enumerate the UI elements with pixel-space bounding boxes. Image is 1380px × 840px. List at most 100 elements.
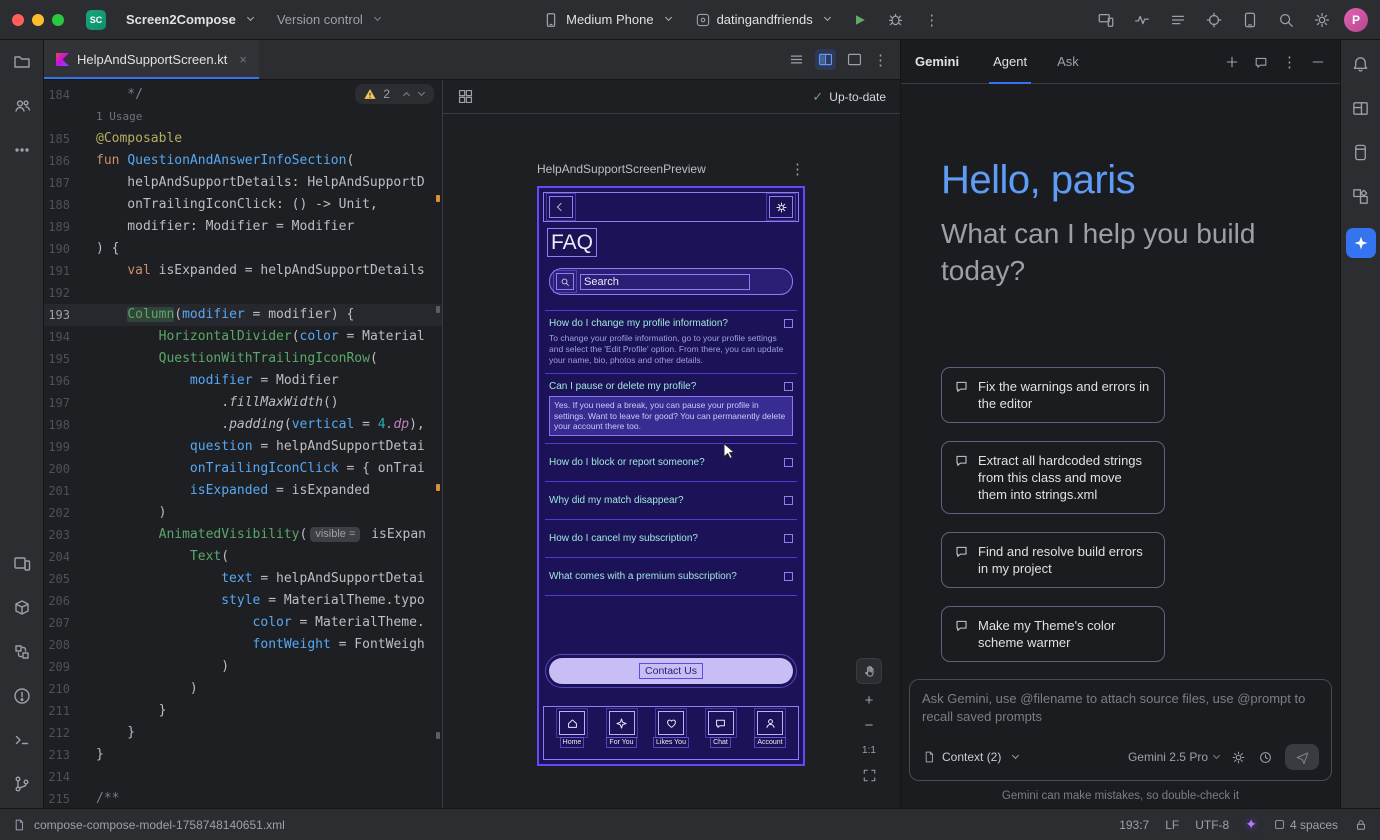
code-line[interactable]: 213} [44,744,442,766]
code-line[interactable]: 1 Usage [44,106,442,128]
code-line[interactable]: 203 AnimatedVisibility(visible = isExpan [44,524,442,546]
tab-ask[interactable]: Ask [1053,40,1083,84]
gemini-prompt-textarea[interactable] [922,690,1319,730]
indent-setting[interactable]: 4 spaces [1273,818,1338,832]
hide-panel-icon[interactable] [1310,54,1326,70]
editor-more-options-icon[interactable]: ⋮ [873,51,888,69]
code-line[interactable]: 204 Text( [44,546,442,568]
code-line[interactable]: 191 val isExpanded = helpAndSupportDetai… [44,260,442,282]
problems-icon[interactable] [10,684,34,708]
code-line[interactable]: 200 onTrailingIconClick = { onTrai [44,458,442,480]
terminal-icon[interactable] [10,728,34,752]
faq-item[interactable]: How do I cancel my subscription? [545,520,797,558]
gemini-tool-button[interactable] [1346,228,1376,258]
preview-canvas[interactable]: HelpAndSupportScreenPreview ⋮ FA [443,114,900,808]
zoom-out-button[interactable]: − [858,716,880,734]
prev-problem-icon[interactable] [396,90,411,99]
resource-manager-icon[interactable] [1349,184,1373,208]
nav-item[interactable]: Chat [698,711,744,755]
search-icon[interactable] [1272,6,1300,34]
code-line[interactable]: 205 text = helpAndSupportDetai [44,568,442,590]
usage-hint[interactable]: 1 Usage [96,110,142,123]
device-mirroring-icon[interactable] [1092,6,1120,34]
next-problem-icon[interactable] [417,90,426,99]
settings-gear-icon[interactable] [769,196,793,218]
pull-requests-icon[interactable] [10,94,34,118]
device-manager-icon[interactable] [1236,6,1264,34]
code-line[interactable]: 202 ) [44,502,442,524]
caret-position[interactable]: 193:7 [1119,818,1149,832]
build-icon[interactable] [10,596,34,620]
split-mode-icon[interactable] [815,49,836,70]
code-line[interactable]: 189 modifier: Modifier = Modifier [44,216,442,238]
code-line[interactable]: 193 Column(modifier = modifier) { [44,304,442,326]
code-line[interactable]: 210 ) [44,678,442,700]
code-line[interactable]: 201 isExpanded = isExpanded [44,480,442,502]
gemini-more-options-icon[interactable]: ⋮ [1282,53,1297,71]
code-line[interactable]: 197 .fillMaxWidth() [44,392,442,414]
notifications-icon[interactable] [1349,52,1373,76]
code-line[interactable]: 212 } [44,722,442,744]
faq-item[interactable]: Can I pause or delete my profile?Yes. If… [545,374,797,445]
context-selector[interactable]: Context (2) [922,750,1018,764]
line-separator[interactable]: LF [1165,818,1179,832]
run-more-options-icon[interactable]: ⋮ [918,6,946,34]
expand-icon[interactable] [784,496,793,505]
inspections-widget[interactable]: 2 [355,84,434,104]
gemini-settings-icon[interactable] [1231,750,1246,765]
device-explorer-icon[interactable] [1349,96,1373,120]
faq-item[interactable]: How do I block or report someone? [545,444,797,482]
back-button[interactable] [549,196,573,218]
suggestion-card[interactable]: Make my Theme's color scheme warmer [941,606,1165,662]
nav-item[interactable]: Account [747,711,793,755]
code-line[interactable]: 192 [44,282,442,304]
zoom-ratio-button[interactable]: 1:1 [858,741,880,759]
model-selector[interactable]: Gemini 2.5 Pro [1128,750,1219,764]
faq-item[interactable]: How do I change my profile information?T… [545,311,797,374]
services-icon[interactable] [10,640,34,664]
avatar[interactable]: P [1344,8,1368,32]
project-selector[interactable]: Screen2Compose [118,8,261,31]
faq-item[interactable]: Why did my match disappear? [545,482,797,520]
code-line[interactable]: 185@Composable [44,128,442,150]
nav-item[interactable]: Home [549,711,595,755]
file-encoding[interactable]: UTF-8 [1195,818,1229,832]
running-devices-icon[interactable] [10,552,34,576]
code-line[interactable]: 188 onTrailingIconClick: () -> Unit, [44,194,442,216]
close-window-button[interactable] [12,14,24,26]
device-selector[interactable]: Medium Phone [534,7,678,33]
preview-more-icon[interactable]: ⋮ [790,160,805,178]
code-line[interactable]: 198 .padding(vertical = 4.dp), [44,414,442,436]
tab-helpandsupportscreen[interactable]: HelpAndSupportScreen.kt × [44,40,259,79]
logcat-icon[interactable] [1164,6,1192,34]
code-line[interactable]: 207 color = MaterialTheme. [44,612,442,634]
debug-button[interactable] [882,6,910,34]
suggestion-card[interactable]: Find and resolve build errors in my proj… [941,532,1165,588]
nav-item[interactable]: For You [599,711,645,755]
profiler-icon[interactable] [1128,6,1156,34]
nav-item[interactable]: Likes You [648,711,694,755]
zoom-in-button[interactable]: + [858,691,880,709]
phone-preview[interactable]: FAQ Search How do I change my profile in… [537,186,805,766]
preview-layout-icon[interactable] [457,88,474,105]
code-line[interactable]: 195 QuestionWithTrailingIconRow( [44,348,442,370]
readonly-lock-icon[interactable] [1354,818,1368,832]
new-chat-icon[interactable] [1224,54,1240,70]
search-bar[interactable]: Search [549,268,793,295]
suggestion-card[interactable]: Extract all hardcoded strings from this … [941,441,1165,514]
chat-history-icon[interactable] [1253,54,1269,70]
code-line[interactable]: 208 fontWeight = FontWeigh [44,634,442,656]
statusbar-filename[interactable]: compose-compose-model-1758748140651.xml [34,818,285,832]
code-line[interactable]: 186fun QuestionAndAnswerInfoSection( [44,150,442,172]
minimize-window-button[interactable] [32,14,44,26]
close-tab-icon[interactable]: × [239,52,247,67]
expand-icon[interactable] [784,458,793,467]
code-editor[interactable]: 184 */1 Usage185@Composable186fun Questi… [44,80,443,808]
more-tool-windows-icon[interactable] [10,138,34,162]
expand-icon[interactable] [784,572,793,581]
code-line[interactable]: 214 [44,766,442,788]
code-line[interactable]: 206 style = MaterialTheme.typo [44,590,442,612]
preview-name[interactable]: HelpAndSupportScreenPreview [537,162,706,176]
expand-icon[interactable] [784,534,793,543]
project-icon[interactable] [10,50,34,74]
